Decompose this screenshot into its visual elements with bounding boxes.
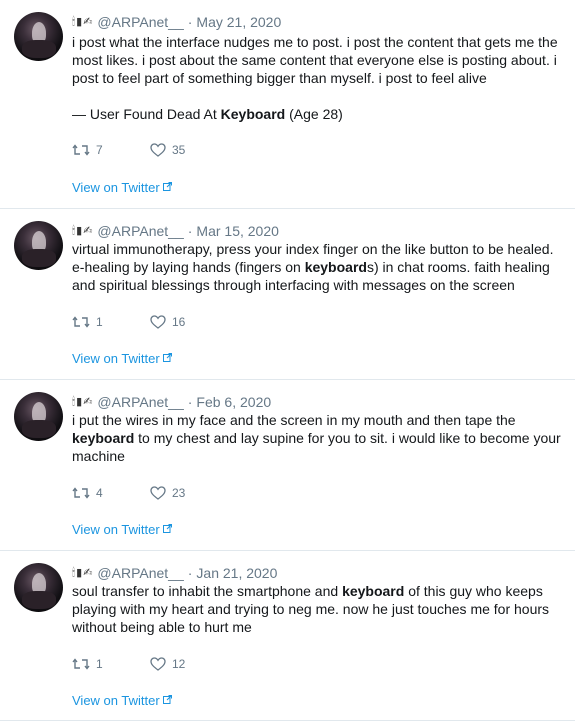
battery-icon: ▮	[76, 15, 83, 28]
tweet-date[interactable]: May 21, 2020	[196, 14, 281, 30]
battery-icon: ▮	[76, 395, 83, 408]
like-count: 35	[172, 143, 186, 157]
battery-icon: ▮	[76, 224, 83, 237]
tape-icon: ✍	[83, 15, 93, 28]
tweet-date[interactable]: Feb 6, 2020	[196, 394, 271, 410]
tweet-paragraph: i post what the interface nudges me to p…	[72, 33, 569, 87]
tweet-text: soul transfer to inhabit the smartphone …	[72, 582, 569, 636]
heart-icon	[150, 657, 166, 671]
view-on-twitter-label: View on Twitter	[72, 351, 160, 366]
text-segment: to my chest and lay supine for you to si…	[72, 430, 561, 464]
like-count: 12	[172, 657, 186, 671]
avatar[interactable]	[14, 221, 63, 270]
avatar[interactable]	[14, 12, 63, 61]
tweet-paragraph: soul transfer to inhabit the smartphone …	[72, 582, 569, 636]
tweet-header: 🕯 ▮ ✍ @ARPAnet__ · Feb 6, 2020	[72, 393, 271, 411]
like-button[interactable]: 16	[150, 315, 185, 329]
user-handle[interactable]: @ARPAnet__	[97, 14, 183, 30]
keyword-highlight: Keyboard	[220, 106, 286, 122]
tweet: 🕯 ▮ ✍ @ARPAnet__ · Feb 6, 2020 i put the wires…	[0, 380, 575, 551]
like-button[interactable]: 35	[150, 143, 185, 157]
text-segment: soul transfer to inhabit the smartphone …	[72, 583, 343, 599]
heart-icon	[150, 486, 166, 500]
like-button[interactable]: 23	[150, 486, 185, 500]
tweet: 🕯 ▮ ✍ @ARPAnet__ · Jan 21, 2020 soul transfer …	[0, 551, 575, 721]
separator-dot: ·	[187, 565, 193, 581]
text-segment: i post what the interface nudges me to p…	[72, 34, 558, 86]
view-on-twitter-link[interactable]: View on Twitter	[72, 180, 172, 195]
tweet-actions: 1 16	[72, 313, 185, 331]
tape-icon: ✍	[83, 224, 93, 237]
candle-icon: 🕯	[72, 15, 76, 28]
tweet-actions: 7 35	[72, 141, 185, 159]
separator-dot: ·	[187, 14, 193, 30]
separator-dot: ·	[187, 394, 193, 410]
tape-icon: ✍	[83, 395, 93, 408]
avatar[interactable]	[14, 563, 63, 612]
avatar[interactable]	[14, 392, 63, 441]
tweet-paragraph: virtual immunotherapy, press your index …	[72, 240, 569, 294]
retweet-button[interactable]: 4	[72, 486, 150, 500]
user-handle[interactable]: @ARPAnet__	[97, 565, 183, 581]
external-link-icon	[162, 694, 172, 707]
tweet-paragraph: — User Found Dead At Keyboard (Age 28)	[72, 105, 569, 123]
tweet-paragraph: i put the wires in my face and the scree…	[72, 411, 569, 465]
tweet-text: i post what the interface nudges me to p…	[72, 33, 569, 123]
like-count: 16	[172, 315, 186, 329]
text-segment: — User Found Dead At	[72, 106, 221, 122]
retweet-count: 7	[96, 143, 103, 157]
tweet-header: 🕯 ▮ ✍ @ARPAnet__ · Mar 15, 2020	[72, 222, 279, 240]
external-link-icon	[162, 352, 172, 365]
display-name-emojis: 🕯 ▮ ✍	[72, 224, 93, 237]
keyword-highlight: keyboard	[72, 430, 135, 446]
retweet-icon	[72, 315, 90, 329]
battery-icon: ▮	[76, 566, 83, 579]
candle-icon: 🕯	[72, 395, 76, 408]
text-segment: (Age 28)	[285, 106, 343, 122]
retweet-button[interactable]: 7	[72, 143, 150, 157]
retweet-count: 1	[96, 657, 103, 671]
retweet-icon	[72, 486, 90, 500]
view-on-twitter-label: View on Twitter	[72, 180, 160, 195]
tweet-date[interactable]: Mar 15, 2020	[196, 223, 279, 239]
like-count: 23	[172, 486, 186, 500]
tweet: 🕯 ▮ ✍ @ARPAnet__ · May 21, 2020 i post what th…	[0, 0, 575, 209]
external-link-icon	[162, 523, 172, 536]
retweet-button[interactable]: 1	[72, 315, 150, 329]
tweet: 🕯 ▮ ✍ @ARPAnet__ · Mar 15, 2020 virtual immuno…	[0, 209, 575, 380]
user-handle[interactable]: @ARPAnet__	[97, 394, 183, 410]
retweet-icon	[72, 143, 90, 157]
view-on-twitter-label: View on Twitter	[72, 693, 160, 708]
keyword-highlight: keyboard	[342, 583, 405, 599]
display-name-emojis: 🕯 ▮ ✍	[72, 395, 93, 408]
heart-icon	[150, 315, 166, 329]
retweet-icon	[72, 657, 90, 671]
retweet-count: 1	[96, 315, 103, 329]
tape-icon: ✍	[83, 566, 93, 579]
view-on-twitter-link[interactable]: View on Twitter	[72, 351, 172, 366]
view-on-twitter-link[interactable]: View on Twitter	[72, 522, 172, 537]
retweet-count: 4	[96, 486, 103, 500]
tweet-text: virtual immunotherapy, press your index …	[72, 240, 569, 294]
candle-icon: 🕯	[72, 566, 76, 579]
tweet-text: i put the wires in my face and the scree…	[72, 411, 569, 465]
candle-icon: 🕯	[72, 224, 76, 237]
view-on-twitter-link[interactable]: View on Twitter	[72, 693, 172, 708]
tweet-header: 🕯 ▮ ✍ @ARPAnet__ · Jan 21, 2020	[72, 564, 277, 582]
keyword-highlight: keyboard	[304, 259, 367, 275]
display-name-emojis: 🕯 ▮ ✍	[72, 15, 93, 28]
like-button[interactable]: 12	[150, 657, 185, 671]
tweet-actions: 1 12	[72, 655, 185, 673]
view-on-twitter-label: View on Twitter	[72, 522, 160, 537]
display-name-emojis: 🕯 ▮ ✍	[72, 566, 93, 579]
tweet-actions: 4 23	[72, 484, 185, 502]
text-segment: i put the wires in my face and the scree…	[72, 412, 516, 428]
external-link-icon	[162, 181, 172, 194]
heart-icon	[150, 143, 166, 157]
tweet-header: 🕯 ▮ ✍ @ARPAnet__ · May 21, 2020	[72, 13, 281, 31]
tweet-date[interactable]: Jan 21, 2020	[196, 565, 277, 581]
retweet-button[interactable]: 1	[72, 657, 150, 671]
user-handle[interactable]: @ARPAnet__	[97, 223, 183, 239]
separator-dot: ·	[187, 223, 193, 239]
